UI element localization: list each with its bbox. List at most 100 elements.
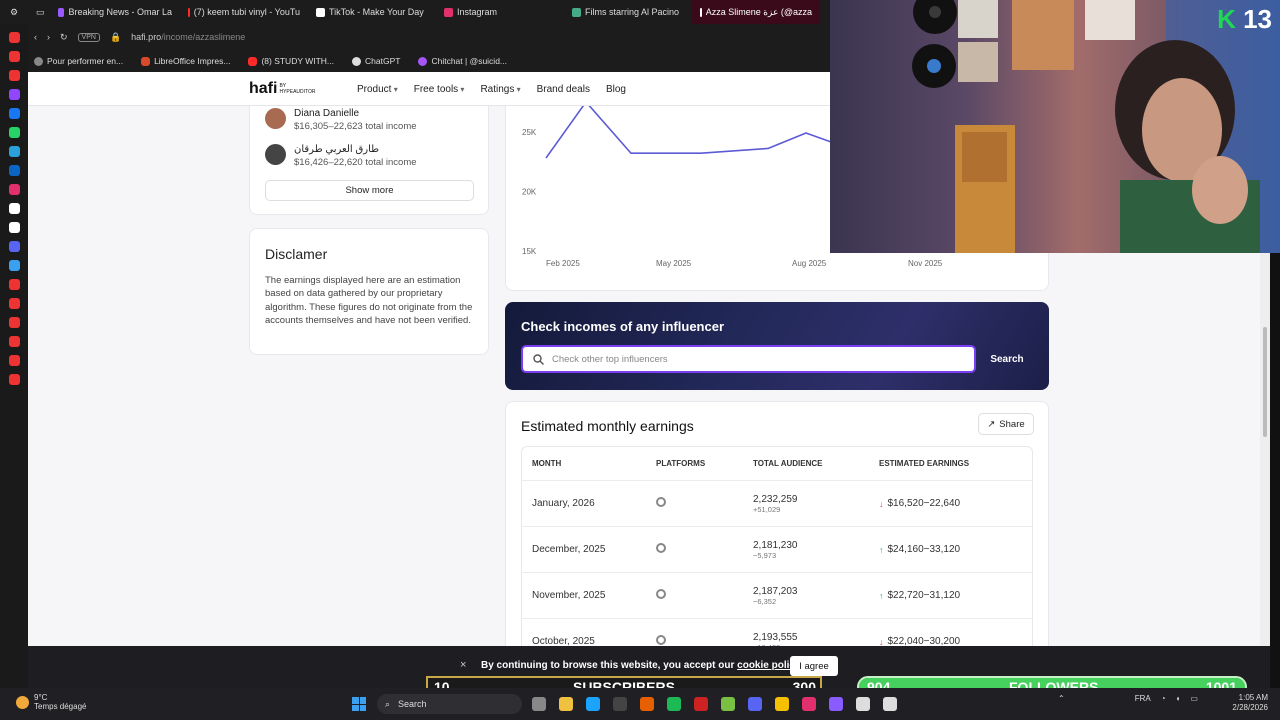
sidebar-app-icon[interactable] <box>8 51 20 62</box>
tab-favicon <box>188 7 190 17</box>
disclaimer-card: Disclamer The earnings displayed here ar… <box>249 228 489 355</box>
instagram-icon <box>656 589 666 599</box>
taskbar-app-icon[interactable] <box>613 697 627 711</box>
url-field[interactable]: hafi.pro/income/azzaslimene <box>131 32 245 42</box>
agree-button[interactable]: I agree <box>790 656 838 676</box>
bookmarks-bar: Pour performer en... LibreOffice Impres.… <box>28 50 830 72</box>
sidebar-app-icon[interactable] <box>8 355 20 366</box>
search-button[interactable]: Search <box>981 345 1033 373</box>
bookmark-5[interactable]: Chitchat | @suicid... <box>418 56 507 66</box>
taskbar-app-icon[interactable] <box>559 697 573 711</box>
share-button[interactable]: ↗ Share <box>978 413 1034 435</box>
tab-1[interactable]: Breaking News - Omar La <box>50 0 180 24</box>
y-tick-label: 20K <box>522 187 537 196</box>
taskbar-app-icon[interactable] <box>802 697 816 711</box>
search-icon: ⌕ <box>385 698 391 709</box>
sidebar-app-icon[interactable] <box>8 336 20 347</box>
battery-icon[interactable]: ▭ <box>1190 694 1198 703</box>
sidebar-toggle[interactable]: ⚙ <box>0 0 28 24</box>
tab-favicon <box>316 7 325 17</box>
bookmark-3[interactable]: (8) STUDY WITH... <box>248 56 334 66</box>
taskbar-app-icon[interactable] <box>694 697 708 711</box>
clock[interactable]: 1:05 AM 2/28/2026 <box>1224 693 1268 713</box>
taskbar-app-icon[interactable] <box>532 697 546 711</box>
bookmark-2[interactable]: LibreOffice Impres... <box>141 56 230 66</box>
taskbar-app-icon[interactable] <box>883 697 897 711</box>
tab-favicon <box>700 7 702 17</box>
y-tick-label: 15K <box>522 247 537 256</box>
search-icon <box>533 353 544 365</box>
forward-icon[interactable]: › <box>47 32 50 42</box>
sidebar-app-icon[interactable] <box>8 32 20 43</box>
taskbar-search[interactable]: ⌕ Search <box>377 694 522 714</box>
person-row[interactable]: Diana Danielle $16,305–22,623 total incom… <box>265 108 417 132</box>
sidebar-app-icon[interactable] <box>8 203 20 214</box>
sidebar-app-icon[interactable] <box>8 108 20 119</box>
sidebar-app-icon[interactable] <box>8 279 20 290</box>
nav-free-tools[interactable]: Free tools <box>414 84 465 95</box>
sidebar-app-icon[interactable] <box>8 241 20 252</box>
vpn-badge[interactable]: VPN <box>77 32 100 42</box>
back-icon[interactable]: ‹ <box>34 32 37 42</box>
taskbar-app-icon[interactable] <box>586 697 600 711</box>
lock-icon: 🔒 <box>109 31 122 42</box>
lang-indicator[interactable]: FRA <box>1135 694 1151 703</box>
close-icon[interactable]: × <box>460 659 466 671</box>
sidebar-app-icon[interactable] <box>8 222 20 233</box>
chevron-up-icon[interactable]: ⌃ <box>1058 694 1065 703</box>
nav-ratings[interactable]: Ratings <box>480 84 520 95</box>
row-platforms <box>656 497 753 510</box>
sidebar-app-icon[interactable] <box>8 260 20 271</box>
person-income: $16,305–22,623 total income <box>294 121 417 132</box>
webcam-scene <box>912 0 1280 253</box>
taskbar-app-icon[interactable] <box>775 697 789 711</box>
bookmark-4[interactable]: ChatGPT <box>352 56 400 66</box>
webcam-overlay: K 13 <box>830 0 1280 253</box>
reload-icon[interactable]: ↻ <box>60 32 68 43</box>
taskbar-app-icon[interactable] <box>640 697 654 711</box>
taskbar-apps <box>532 697 897 711</box>
row-platforms <box>656 589 753 602</box>
taskbar-app-icon[interactable] <box>721 697 735 711</box>
x-tick-label: May 2025 <box>656 259 692 268</box>
header-platforms: PLATFORMS <box>656 459 706 468</box>
sidebar-app-icon[interactable] <box>8 317 20 328</box>
sidebar-app-icon[interactable] <box>8 374 20 385</box>
search-input[interactable]: Check other top influencers <box>521 345 976 373</box>
tab-6-active[interactable]: Azza Slimene عزة (@azza <box>692 0 820 24</box>
sidebar-app-icon[interactable] <box>8 165 20 176</box>
scrollbar-thumb[interactable] <box>1263 327 1267 437</box>
taskbar-app-icon[interactable] <box>748 697 762 711</box>
tab-3[interactable]: TikTok - Make Your Day <box>308 0 436 24</box>
audience-delta: −6,352 <box>753 596 777 606</box>
taskbar-app-icon[interactable] <box>856 697 870 711</box>
weather-widget[interactable]: 9°C Temps dégagé <box>16 693 86 711</box>
windows-start-icon[interactable] <box>352 697 366 711</box>
sidebar-app-icon[interactable] <box>8 146 20 157</box>
sidebar-app-icon[interactable] <box>8 89 20 100</box>
show-more-button[interactable]: Show more <box>265 180 474 201</box>
browser-tab-bar: ⚙ ▭ Breaking News - Omar La (7) keem tub… <box>0 0 830 24</box>
tab-4[interactable]: Instagram <box>436 0 564 24</box>
tab-2[interactable]: (7) keem tubi vinyl - YouTu <box>180 0 308 24</box>
sidebar-app-icon[interactable] <box>8 184 20 195</box>
audience-total: 2,232,259 <box>753 493 798 505</box>
bookmark-1[interactable]: Pour performer en... <box>34 56 123 66</box>
tab-5[interactable]: Films starring Al Pacino <box>564 0 692 24</box>
x-tick-label: Aug 2025 <box>792 259 827 268</box>
nav-brand-deals[interactable]: Brand deals <box>537 84 590 95</box>
person-row[interactable]: طارق العربي طرقان $16,426–22,620 total in… <box>265 144 417 168</box>
table-row: November, 2025 2,187,203 −6,352 ↑ $22,720−… <box>522 573 1032 619</box>
volume-icon[interactable]: ◖ <box>1176 694 1181 703</box>
sidebar-app-icon[interactable] <box>8 70 20 81</box>
wifi-icon[interactable]: ◔ <box>1161 694 1166 703</box>
nav-blog[interactable]: Blog <box>606 84 626 95</box>
taskbar-app-icon[interactable] <box>667 697 681 711</box>
nav-product[interactable]: Product <box>357 84 398 95</box>
tab-workspaces-icon[interactable]: ▭ <box>28 0 50 24</box>
sidebar-app-icon[interactable] <box>8 127 20 138</box>
sidebar-app-icon[interactable] <box>8 298 20 309</box>
row-month: November, 2025 <box>532 590 606 601</box>
taskbar-app-icon[interactable] <box>829 697 843 711</box>
site-logo[interactable]: hafi BY HYPEAUDITOR <box>249 80 319 98</box>
